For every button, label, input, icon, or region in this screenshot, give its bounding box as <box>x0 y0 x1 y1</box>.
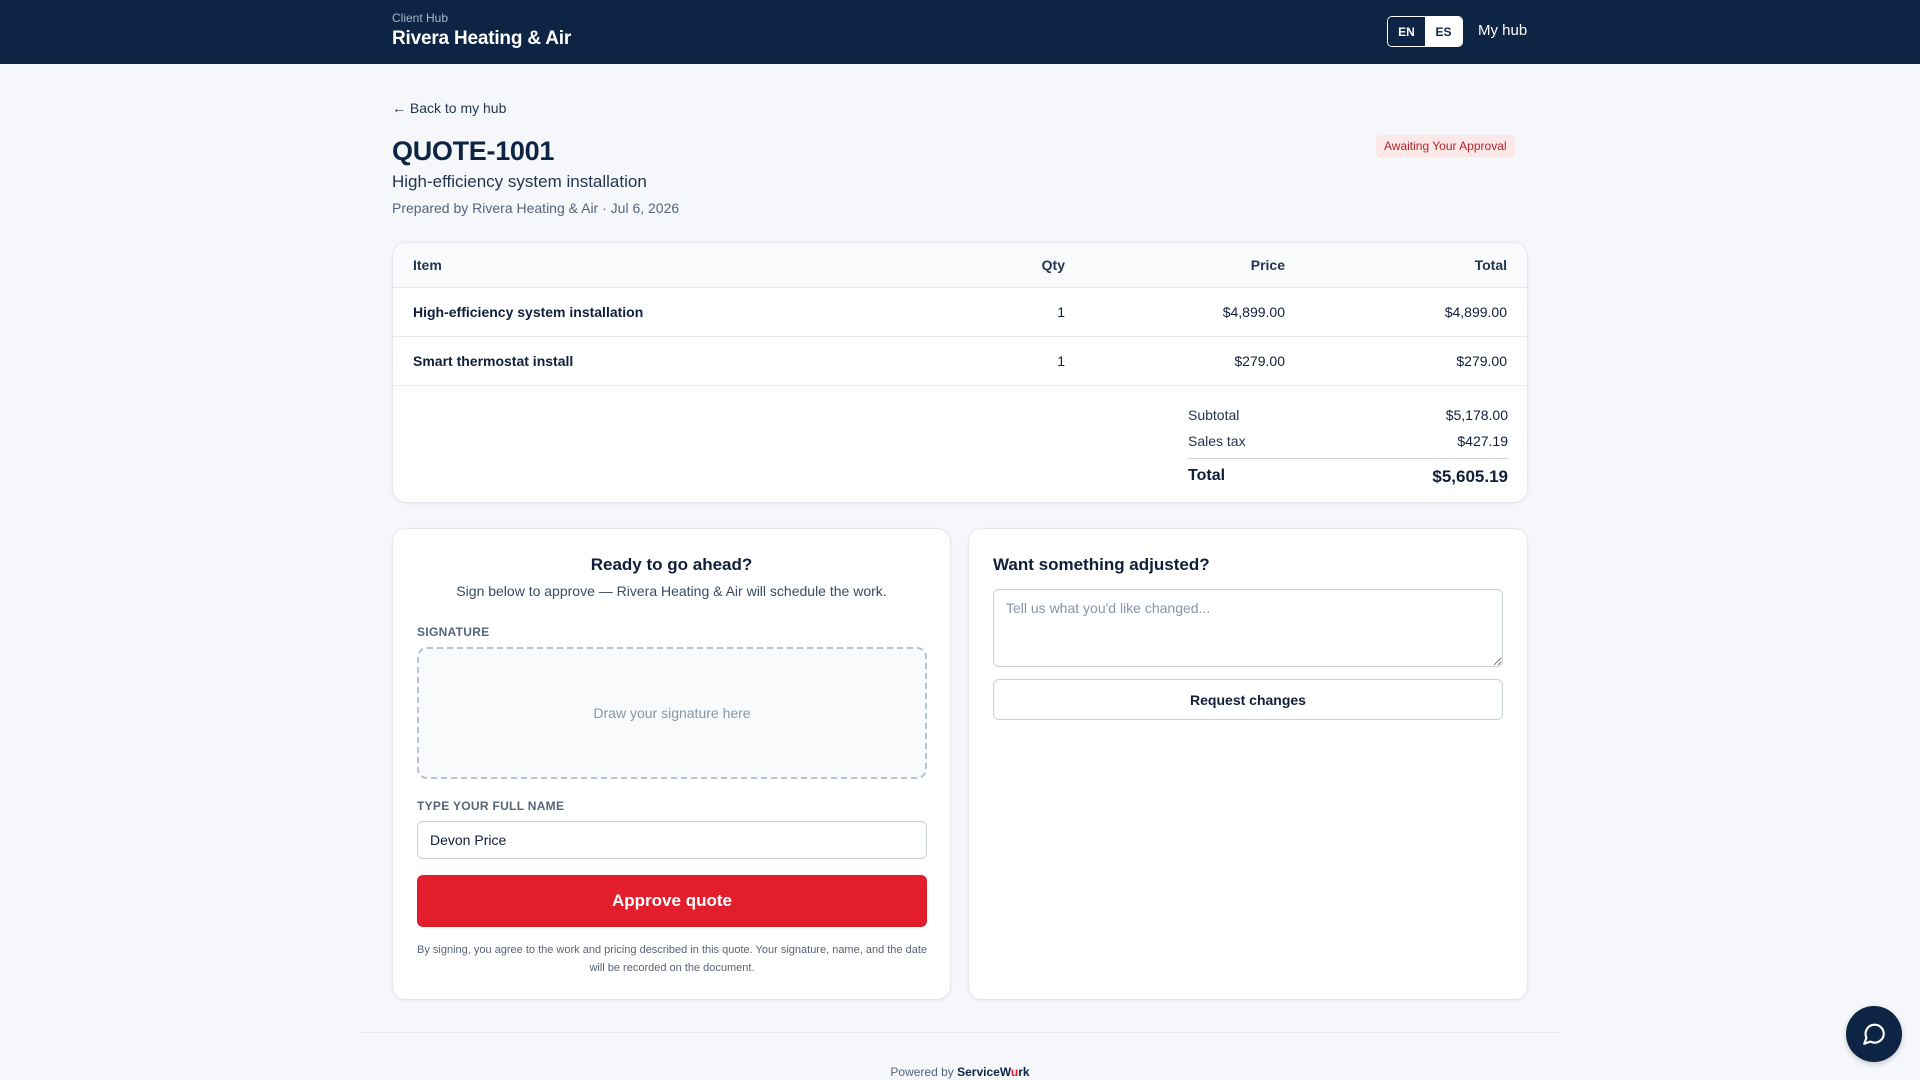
tax-line: Sales tax $427.19 <box>1188 428 1508 454</box>
subtotal-line: Subtotal $5,178.00 <box>1188 402 1508 428</box>
servicewurk-logo: ServiceWurk <box>957 1065 1030 1079</box>
table-header: Item Qty Price Total <box>393 243 1527 288</box>
top-bar: Client Hub Rivera Heating & Air EN ES My… <box>0 0 1920 64</box>
total-value: $5,605.19 <box>1432 467 1508 486</box>
approve-text: Sign below to approve — Rivera Heating &… <box>456 583 887 599</box>
language-toggle: EN ES <box>1387 16 1463 47</box>
row-item: Smart thermostat install <box>413 353 574 369</box>
row-total: $4,899.00 <box>1444 304 1507 320</box>
subtotal-label: Subtotal <box>1188 407 1240 423</box>
approve-card: Ready to go ahead? Sign below to approve… <box>392 528 951 1000</box>
totals-block: Subtotal $5,178.00 Sales tax $427.19 Tot… <box>1188 402 1508 487</box>
signature-label: SIGNATURE <box>417 625 490 639</box>
tax-label: Sales tax <box>1188 433 1246 449</box>
status-badge: Awaiting Your Approval <box>1376 135 1515 157</box>
lang-es-button[interactable]: ES <box>1425 17 1462 46</box>
tax-value: $427.19 <box>1457 433 1508 449</box>
row-item: High-efficiency system installation <box>413 304 644 320</box>
powered-by-text: Powered by <box>890 1065 954 1079</box>
line-items-card: Item Qty Price Total High-efficiency sys… <box>392 242 1528 503</box>
brand-name: Rivera Heating & Air <box>392 28 572 49</box>
signing-disclaimer: By signing, you agree to the work and pr… <box>417 944 927 974</box>
change-request-input[interactable] <box>993 589 1503 667</box>
approve-heading: Ready to go ahead? <box>590 555 753 574</box>
header-qty: Qty <box>1041 257 1065 273</box>
powered-by: Powered by ServiceWurk <box>0 1065 1920 1079</box>
brand: Client Hub Rivera Heating & Air <box>392 11 571 50</box>
row-total: $279.00 <box>1456 353 1507 369</box>
table-row: Smart thermostat install 1 $279.00 $279.… <box>393 337 1527 386</box>
footer-divider <box>360 1032 1560 1033</box>
chat-bubble-icon[interactable] <box>1846 1006 1902 1062</box>
total-label: Total <box>1188 467 1226 484</box>
row-qty: 1 <box>1057 353 1065 369</box>
signature-pad[interactable]: Draw your signature here <box>417 647 927 779</box>
back-link[interactable]: ← Back to my hub <box>392 100 506 116</box>
my-hub-link[interactable]: My hub <box>1478 22 1527 39</box>
subtotal-value: $5,178.00 <box>1445 407 1508 423</box>
header-item: Item <box>413 257 442 273</box>
quote-number: QUOTE-1001 <box>392 136 555 166</box>
grand-total-line: Total $5,605.19 <box>1188 458 1508 487</box>
adjust-heading: Want something adjusted? <box>993 555 1210 574</box>
full-name-input[interactable] <box>417 821 927 859</box>
table-row: High-efficiency system installation 1 $4… <box>393 288 1527 337</box>
adjust-card: Want something adjusted? Request changes <box>968 528 1528 1000</box>
quote-prepared-by: Prepared by Rivera Heating & Air · Jul 6… <box>392 200 680 216</box>
signature-placeholder: Draw your signature here <box>593 705 751 721</box>
lang-en-button[interactable]: EN <box>1388 17 1425 46</box>
full-name-label: TYPE YOUR FULL NAME <box>417 799 565 813</box>
row-price: $279.00 <box>1234 353 1285 369</box>
header-price: Price <box>1250 257 1285 273</box>
quote-subtitle: High-efficiency system installation <box>392 172 647 191</box>
request-changes-button[interactable]: Request changes <box>993 679 1503 720</box>
row-price: $4,899.00 <box>1222 304 1285 320</box>
header-total: Total <box>1474 257 1507 273</box>
approve-quote-button[interactable]: Approve quote <box>417 875 927 927</box>
row-qty: 1 <box>1057 304 1065 320</box>
brand-subtitle: Client Hub <box>392 11 449 25</box>
